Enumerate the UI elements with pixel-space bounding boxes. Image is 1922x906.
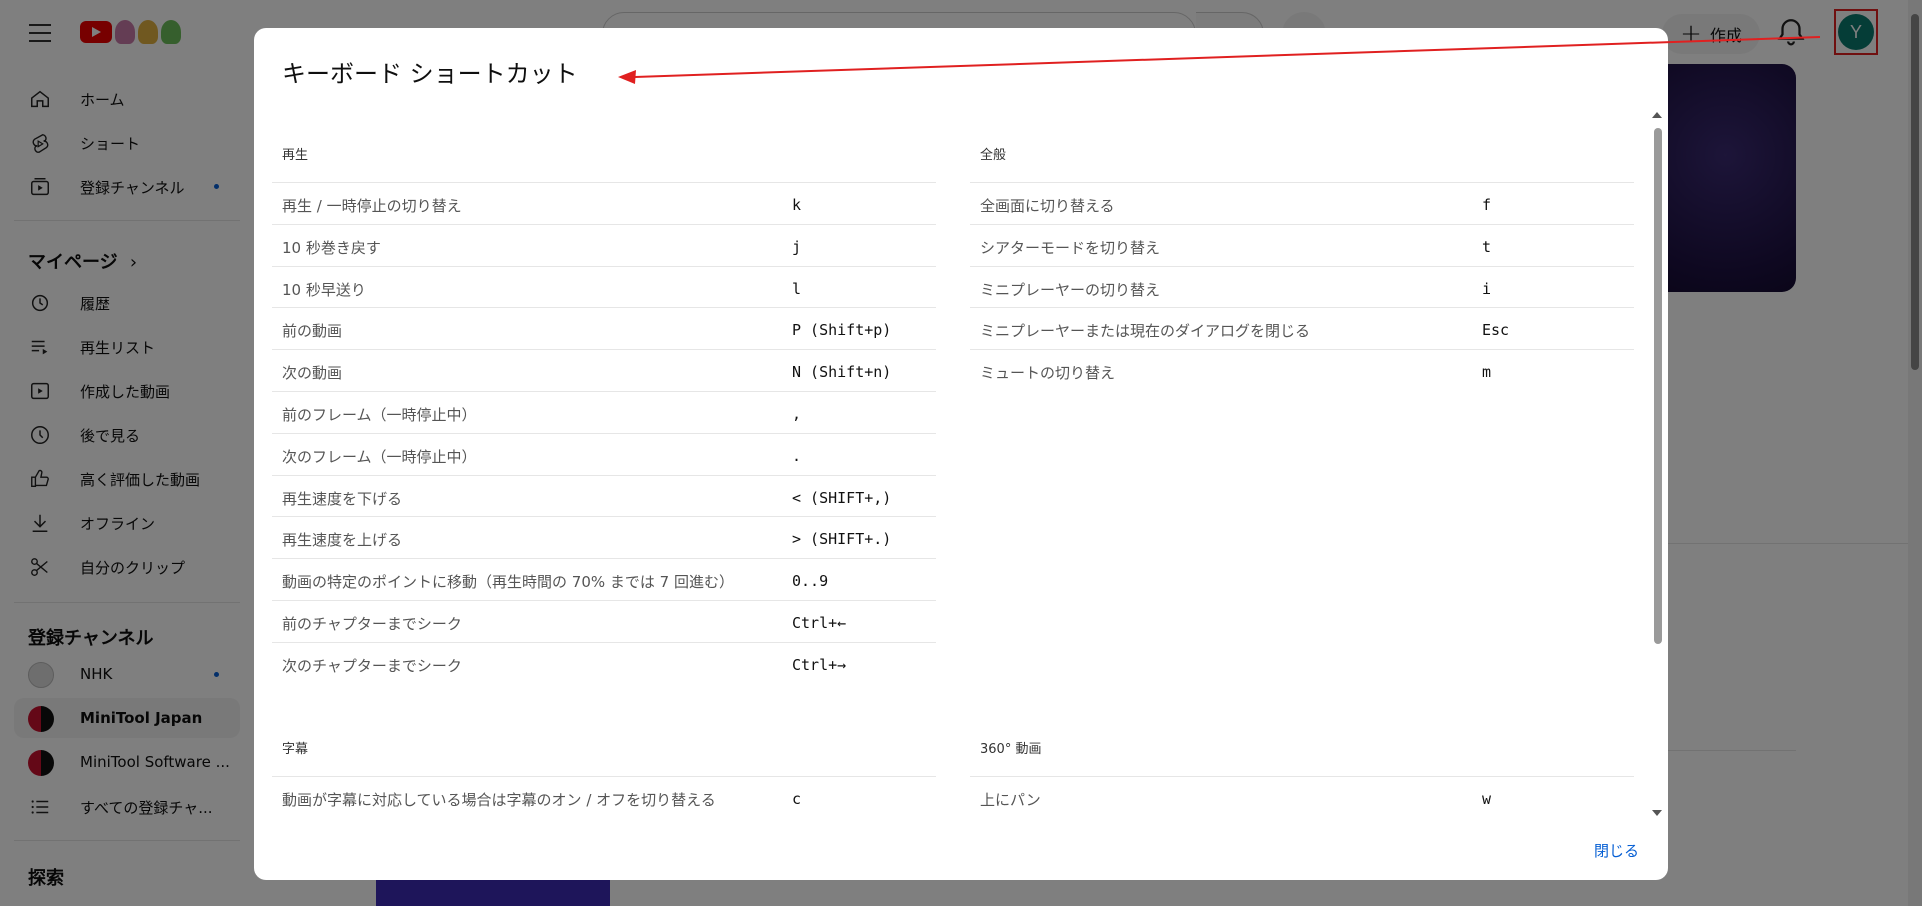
section-playback: 再生 再生 / 一時停止の切り替え k 10 秒巻き戻す j 10 秒早送り l 前の動画 P… <box>272 144 936 704</box>
shortcut-row: 前のフレーム（一時停止中）, <box>272 391 936 433</box>
shortcut-description: ミニプレーヤーの切り替え <box>980 280 1161 299</box>
shortcut-row: 動画の特定のポイントに移動（再生時間の 70% までは 7 回進む） 0..9 <box>272 558 936 600</box>
shortcut-description: 10 秒早送り <box>282 280 366 299</box>
shortcut-key: j <box>792 237 802 256</box>
shortcut-row: ミュートの切り替え m <box>970 349 1634 391</box>
shortcut-row: 次のフレーム（一時停止中）. <box>272 432 936 475</box>
shortcut-key: m <box>1482 363 1492 382</box>
shortcut-description: ミニプレーヤーまたは現在のダイアログを閉じる <box>980 322 1311 341</box>
shortcut-description: 再生 / 一時停止の切り替え <box>282 197 462 215</box>
section-title: 全般 <box>980 148 1007 163</box>
shortcut-description: 前の動画 <box>282 322 343 341</box>
shortcut-description: 全画面に切り替える <box>980 197 1115 215</box>
shortcut-row: 再生 / 一時停止の切り替え k <box>272 182 936 224</box>
shortcut-row: 再生速度を下げる < (SHIFT+,) <box>272 474 936 517</box>
shortcut-key: < (SHIFT+,) <box>792 488 892 507</box>
shortcut-row: 上にパン w <box>970 776 1634 818</box>
shortcut-key: l <box>792 279 802 298</box>
shortcut-key: t <box>1482 237 1492 256</box>
shortcut-description: 前のチャプターまでシーク <box>282 615 462 633</box>
shortcut-description: 前のフレーム（一時停止中） <box>282 406 477 424</box>
shortcut-row: 10 秒巻き戻す j <box>272 223 936 266</box>
section-title: 字幕 <box>282 742 309 757</box>
shortcut-description: シアターモードを切り替え <box>980 238 1161 257</box>
shortcut-key: Ctrl+→ <box>792 655 847 674</box>
shortcut-row: 次のチャプターまでシーク Ctrl+→ <box>272 641 936 684</box>
dialog-scrollbar-thumb[interactable] <box>1654 128 1662 644</box>
shortcut-key: f <box>1482 196 1492 214</box>
shortcut-description: 動画が字幕に対応している場合は字幕のオン / オフを切り替える <box>282 791 716 809</box>
section-title: 360° 動画 <box>980 742 1042 757</box>
shortcut-description: 動画の特定のポイントに移動（再生時間の 70% までは 7 回進む） <box>282 573 734 592</box>
shortcut-description: 次のフレーム（一時停止中） <box>282 447 477 466</box>
section-title: 再生 <box>282 148 309 163</box>
shortcut-row: ミニプレーヤーまたは現在のダイアログを閉じる Esc <box>970 307 1634 349</box>
shortcut-row: 全画面に切り替える f <box>970 182 1634 224</box>
shortcut-description: 次のチャプターまでシーク <box>282 656 462 675</box>
shortcut-description: 上にパン <box>980 791 1041 809</box>
shortcut-key: 0..9 <box>792 572 829 591</box>
shortcut-key: i <box>1482 279 1492 298</box>
shortcut-key: N (Shift+n) <box>792 363 892 382</box>
section-general: 全般 全画面に切り替える f シアターモードを切り替え t ミニプレーヤーの切り替え i ミ… <box>970 144 1634 444</box>
shortcut-row: ミニプレーヤーの切り替え i <box>970 265 1634 308</box>
shortcut-row: 前のチャプターまでシーク Ctrl+← <box>272 600 936 642</box>
scroll-down-arrow-icon[interactable] <box>1652 810 1662 816</box>
shortcut-key: P (Shift+p) <box>792 321 892 340</box>
shortcut-key: w <box>1482 790 1492 808</box>
shortcut-description: 次の動画 <box>282 364 343 383</box>
shortcut-description: 再生速度を上げる <box>282 531 403 550</box>
shortcut-key: Esc <box>1482 321 1510 340</box>
shortcut-row: 再生速度を上げる > (SHIFT+.) <box>272 516 936 558</box>
shortcut-key: , <box>792 405 802 423</box>
shortcut-row: シアターモードを切り替え t <box>970 223 1634 266</box>
section-360-video: 360° 動画 上にパン w <box>970 738 1634 818</box>
shortcut-key: Ctrl+← <box>792 614 847 632</box>
shortcut-key: > (SHIFT+.) <box>792 530 892 549</box>
scroll-up-arrow-icon[interactable] <box>1652 112 1662 118</box>
shortcut-key: k <box>792 196 802 214</box>
close-button[interactable]: 閉じる <box>1594 840 1639 861</box>
shortcut-row: 動画が字幕に対応している場合は字幕のオン / オフを切り替える c <box>272 776 936 818</box>
shortcut-row: 次の動画 N (Shift+n) <box>272 349 936 391</box>
keyboard-shortcuts-dialog: キーボード ショートカット 再生 再生 / 一時停止の切り替え k 10 秒巻き戻す… <box>254 28 1668 880</box>
shortcut-key: c <box>792 790 802 808</box>
dialog-title: キーボード ショートカット <box>282 60 578 88</box>
shortcut-key: . <box>792 446 802 465</box>
shortcut-description: 再生速度を下げる <box>282 489 403 508</box>
shortcut-row: 10 秒早送り l <box>272 265 936 308</box>
shortcut-description: 10 秒巻き戻す <box>282 238 381 257</box>
shortcut-row: 前の動画 P (Shift+p) <box>272 307 936 349</box>
shortcut-description: ミュートの切り替え <box>980 364 1116 383</box>
section-subtitles: 字幕 動画が字幕に対応している場合は字幕のオン / オフを切り替える c <box>272 738 936 818</box>
